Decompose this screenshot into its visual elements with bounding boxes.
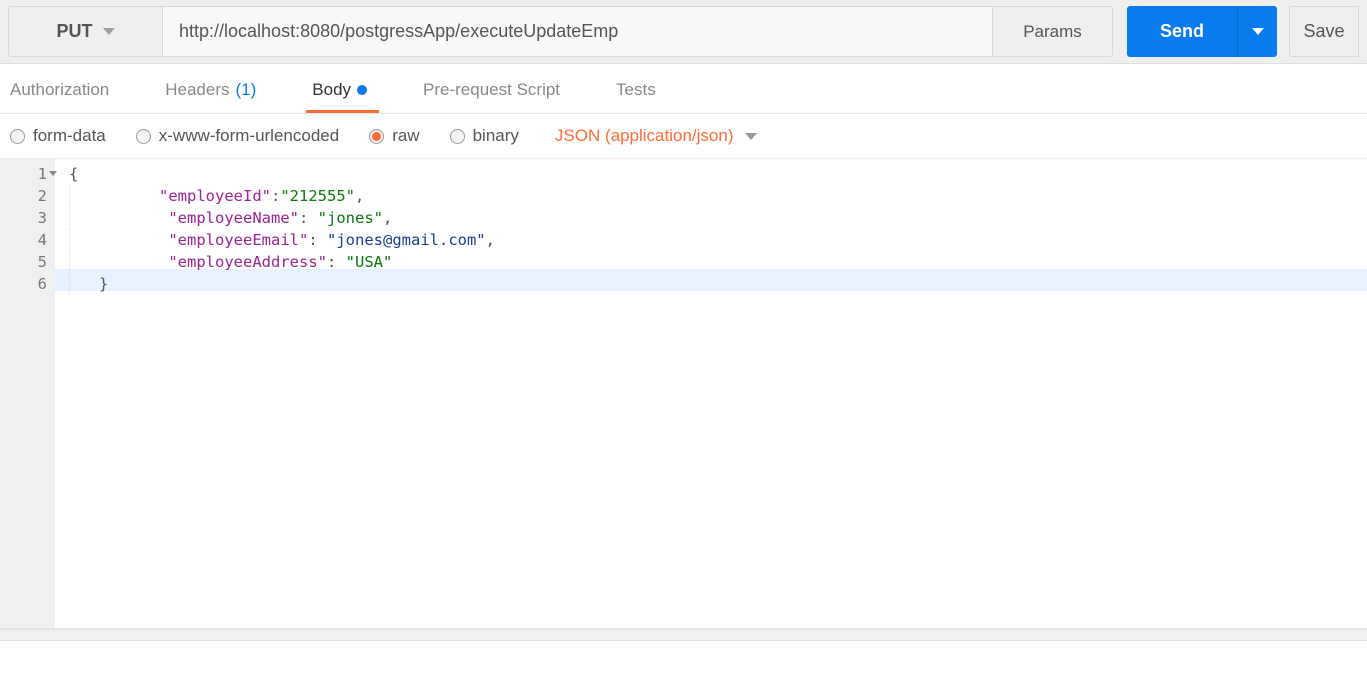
modified-dot-icon [357, 85, 367, 95]
response-separator [0, 629, 1367, 641]
radio-raw[interactable]: raw [369, 126, 419, 146]
http-method-select[interactable]: PUT [8, 6, 163, 57]
tab-tests[interactable]: Tests [610, 70, 668, 113]
url-input[interactable] [163, 6, 993, 57]
http-method-label: PUT [57, 21, 93, 42]
code-line: { [69, 163, 1367, 185]
line-number: 4 [0, 229, 47, 251]
chevron-down-icon [1252, 28, 1264, 35]
code-line: "employeeId":"212555", [69, 185, 1367, 207]
line-number: 1 [0, 163, 47, 185]
line-number: 5 [0, 251, 47, 273]
radio-icon [136, 129, 151, 144]
code-line: "employeeName": "jones", [69, 207, 1367, 229]
tab-prerequest-script[interactable]: Pre-request Script [417, 70, 572, 113]
tab-headers[interactable]: Headers (1) [159, 70, 268, 113]
content-type-dropdown[interactable]: JSON (application/json) [555, 126, 758, 146]
line-number: 3 [0, 207, 47, 229]
send-button-group: Send [1127, 6, 1277, 57]
save-button[interactable]: Save [1289, 6, 1359, 57]
body-editor[interactable]: 1 2 3 4 5 6 { "employeeId":"212555", "em… [0, 159, 1367, 629]
tab-authorization[interactable]: Authorization [4, 70, 121, 113]
radio-binary[interactable]: binary [450, 126, 519, 146]
request-bar: PUT Params Send Save [0, 0, 1367, 64]
code-area[interactable]: { "employeeId":"212555", "employeeName":… [55, 159, 1367, 628]
tab-body[interactable]: Body [306, 70, 379, 113]
active-line-highlight [55, 269, 1367, 291]
send-button[interactable]: Send [1127, 6, 1237, 57]
radio-icon [450, 129, 465, 144]
chevron-down-icon [103, 28, 115, 35]
chevron-down-icon [745, 133, 757, 140]
params-button[interactable]: Params [993, 6, 1113, 57]
line-number-gutter: 1 2 3 4 5 6 [0, 159, 55, 628]
radio-form-data[interactable]: form-data [10, 126, 106, 146]
radio-selected-icon [369, 129, 384, 144]
line-number: 2 [0, 185, 47, 207]
radio-urlencoded[interactable]: x-www-form-urlencoded [136, 126, 339, 146]
radio-icon [10, 129, 25, 144]
request-tabs: Authorization Headers (1) Body Pre-reque… [0, 64, 1367, 114]
body-type-selector: form-data x-www-form-urlencoded raw bina… [0, 114, 1367, 159]
line-number: 6 [0, 273, 47, 295]
code-line: "employeeEmail": "jones@gmail.com", [69, 229, 1367, 251]
send-dropdown-button[interactable] [1237, 6, 1277, 57]
